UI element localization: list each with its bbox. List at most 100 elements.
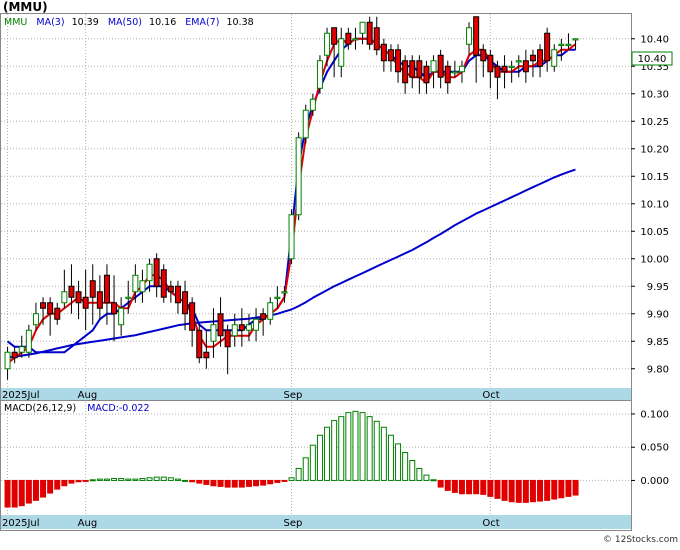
candle-body bbox=[267, 302, 274, 320]
macd-bar bbox=[572, 479, 579, 496]
x-axis-label: Oct bbox=[482, 518, 499, 529]
macd-bar bbox=[132, 478, 139, 481]
candle-body bbox=[572, 38, 579, 41]
candle-body bbox=[522, 60, 529, 73]
candle-body bbox=[160, 269, 167, 298]
macd-bar bbox=[487, 479, 494, 497]
macd-bar bbox=[494, 479, 501, 499]
macd-bar bbox=[260, 479, 267, 486]
candle-body bbox=[96, 291, 103, 309]
macd-bar bbox=[423, 474, 430, 481]
price-tick-label: 9.90 bbox=[647, 309, 669, 320]
macd-bar bbox=[118, 477, 125, 481]
candle-body bbox=[182, 291, 189, 315]
candle-body bbox=[54, 307, 61, 320]
x-axis-label: Sep bbox=[284, 518, 303, 529]
macd-bar bbox=[139, 477, 146, 481]
price-tick-label: 10.20 bbox=[640, 144, 669, 155]
macd-bar bbox=[245, 479, 252, 487]
candle-body bbox=[253, 318, 260, 331]
candle-body bbox=[480, 49, 487, 62]
macd-bar bbox=[96, 478, 103, 481]
candle-body bbox=[189, 302, 196, 331]
macd-bar bbox=[25, 479, 32, 504]
macd-bar bbox=[529, 479, 536, 503]
macd-bar bbox=[309, 444, 316, 481]
macd-bar bbox=[4, 479, 11, 508]
macd-bar bbox=[82, 479, 89, 482]
price-tick-label: 10.05 bbox=[640, 227, 669, 238]
macd-bar bbox=[103, 478, 110, 481]
macd-bar bbox=[444, 479, 451, 491]
macd-bar bbox=[125, 478, 132, 481]
macd-bar bbox=[352, 410, 359, 481]
macd-bar bbox=[316, 434, 323, 481]
price-tick-label: 10.30 bbox=[640, 89, 669, 100]
last-price-tag: 10.40 bbox=[631, 51, 673, 66]
macd-bar bbox=[160, 476, 167, 481]
macd-bar bbox=[224, 479, 231, 488]
macd-bar bbox=[508, 479, 515, 503]
macd-legend-value: MACD:-0.022 bbox=[87, 403, 149, 414]
candle-body bbox=[352, 38, 359, 41]
macd-bar bbox=[395, 443, 402, 481]
macd-bar bbox=[302, 457, 309, 481]
macd-bar bbox=[416, 467, 423, 481]
candle-body bbox=[558, 43, 565, 46]
macd-bar bbox=[253, 479, 260, 487]
up-candle bbox=[295, 132, 302, 221]
candle-body bbox=[324, 32, 331, 56]
macd-bar bbox=[387, 434, 394, 481]
candle-body bbox=[409, 60, 416, 78]
candle-body bbox=[395, 49, 402, 73]
macd-bar bbox=[75, 479, 82, 483]
macd-bar bbox=[515, 479, 522, 503]
down-candle bbox=[196, 324, 203, 364]
macd-tick-label: 0.050 bbox=[640, 443, 669, 454]
macd-bar bbox=[167, 477, 174, 481]
watermark: © 12Stocks.com bbox=[603, 535, 678, 545]
macd-bar bbox=[274, 479, 281, 483]
macd-bar bbox=[231, 479, 238, 488]
macd-bar bbox=[174, 478, 181, 481]
price-tick-label: 9.85 bbox=[647, 337, 669, 348]
candle-body bbox=[288, 214, 295, 260]
candle-body bbox=[89, 280, 96, 298]
x-axis-label: Oct bbox=[482, 390, 499, 401]
macd-bar bbox=[522, 479, 529, 503]
candle-body bbox=[537, 49, 544, 67]
candle-body bbox=[111, 302, 118, 315]
candle-body bbox=[494, 65, 501, 78]
macd-bar bbox=[565, 479, 572, 497]
candle-body bbox=[515, 60, 522, 63]
macd-bar bbox=[458, 479, 465, 495]
x-axis-label: Sep bbox=[284, 390, 303, 401]
candle-body bbox=[153, 258, 160, 287]
macd-bar bbox=[338, 416, 345, 481]
candle-body bbox=[565, 43, 572, 46]
candle-body bbox=[132, 274, 139, 293]
x-axis-label: Aug bbox=[78, 518, 98, 529]
candle-body bbox=[274, 296, 281, 299]
macd-bar bbox=[380, 426, 387, 481]
candle-body bbox=[430, 60, 437, 73]
macd-bar bbox=[47, 479, 54, 494]
up-candle bbox=[288, 209, 295, 265]
candle-body bbox=[146, 263, 153, 282]
price-tick-label: 10.25 bbox=[640, 117, 669, 128]
candle-body bbox=[25, 329, 32, 353]
stock-chart: 9.80 9.85 9.90 9.95 10.00 10.05 10.10 10.15 10.2… bbox=[0, 0, 680, 546]
legend-ma50-value: 10.16 bbox=[149, 17, 176, 28]
candle-body bbox=[423, 65, 430, 84]
symbol-title: (MMU) bbox=[3, 0, 48, 14]
candle-body bbox=[437, 54, 444, 78]
candle-body bbox=[47, 302, 54, 315]
candle-body bbox=[203, 351, 210, 359]
candle-body bbox=[402, 60, 409, 84]
candle-body bbox=[366, 21, 373, 45]
candle-body bbox=[295, 137, 302, 216]
chart-canvas: 9.80 9.85 9.90 9.95 10.00 10.05 10.10 10.15 10.2… bbox=[0, 0, 678, 545]
macd-bar bbox=[267, 479, 274, 485]
macd-bar bbox=[11, 479, 18, 508]
macd-bar bbox=[182, 479, 189, 482]
